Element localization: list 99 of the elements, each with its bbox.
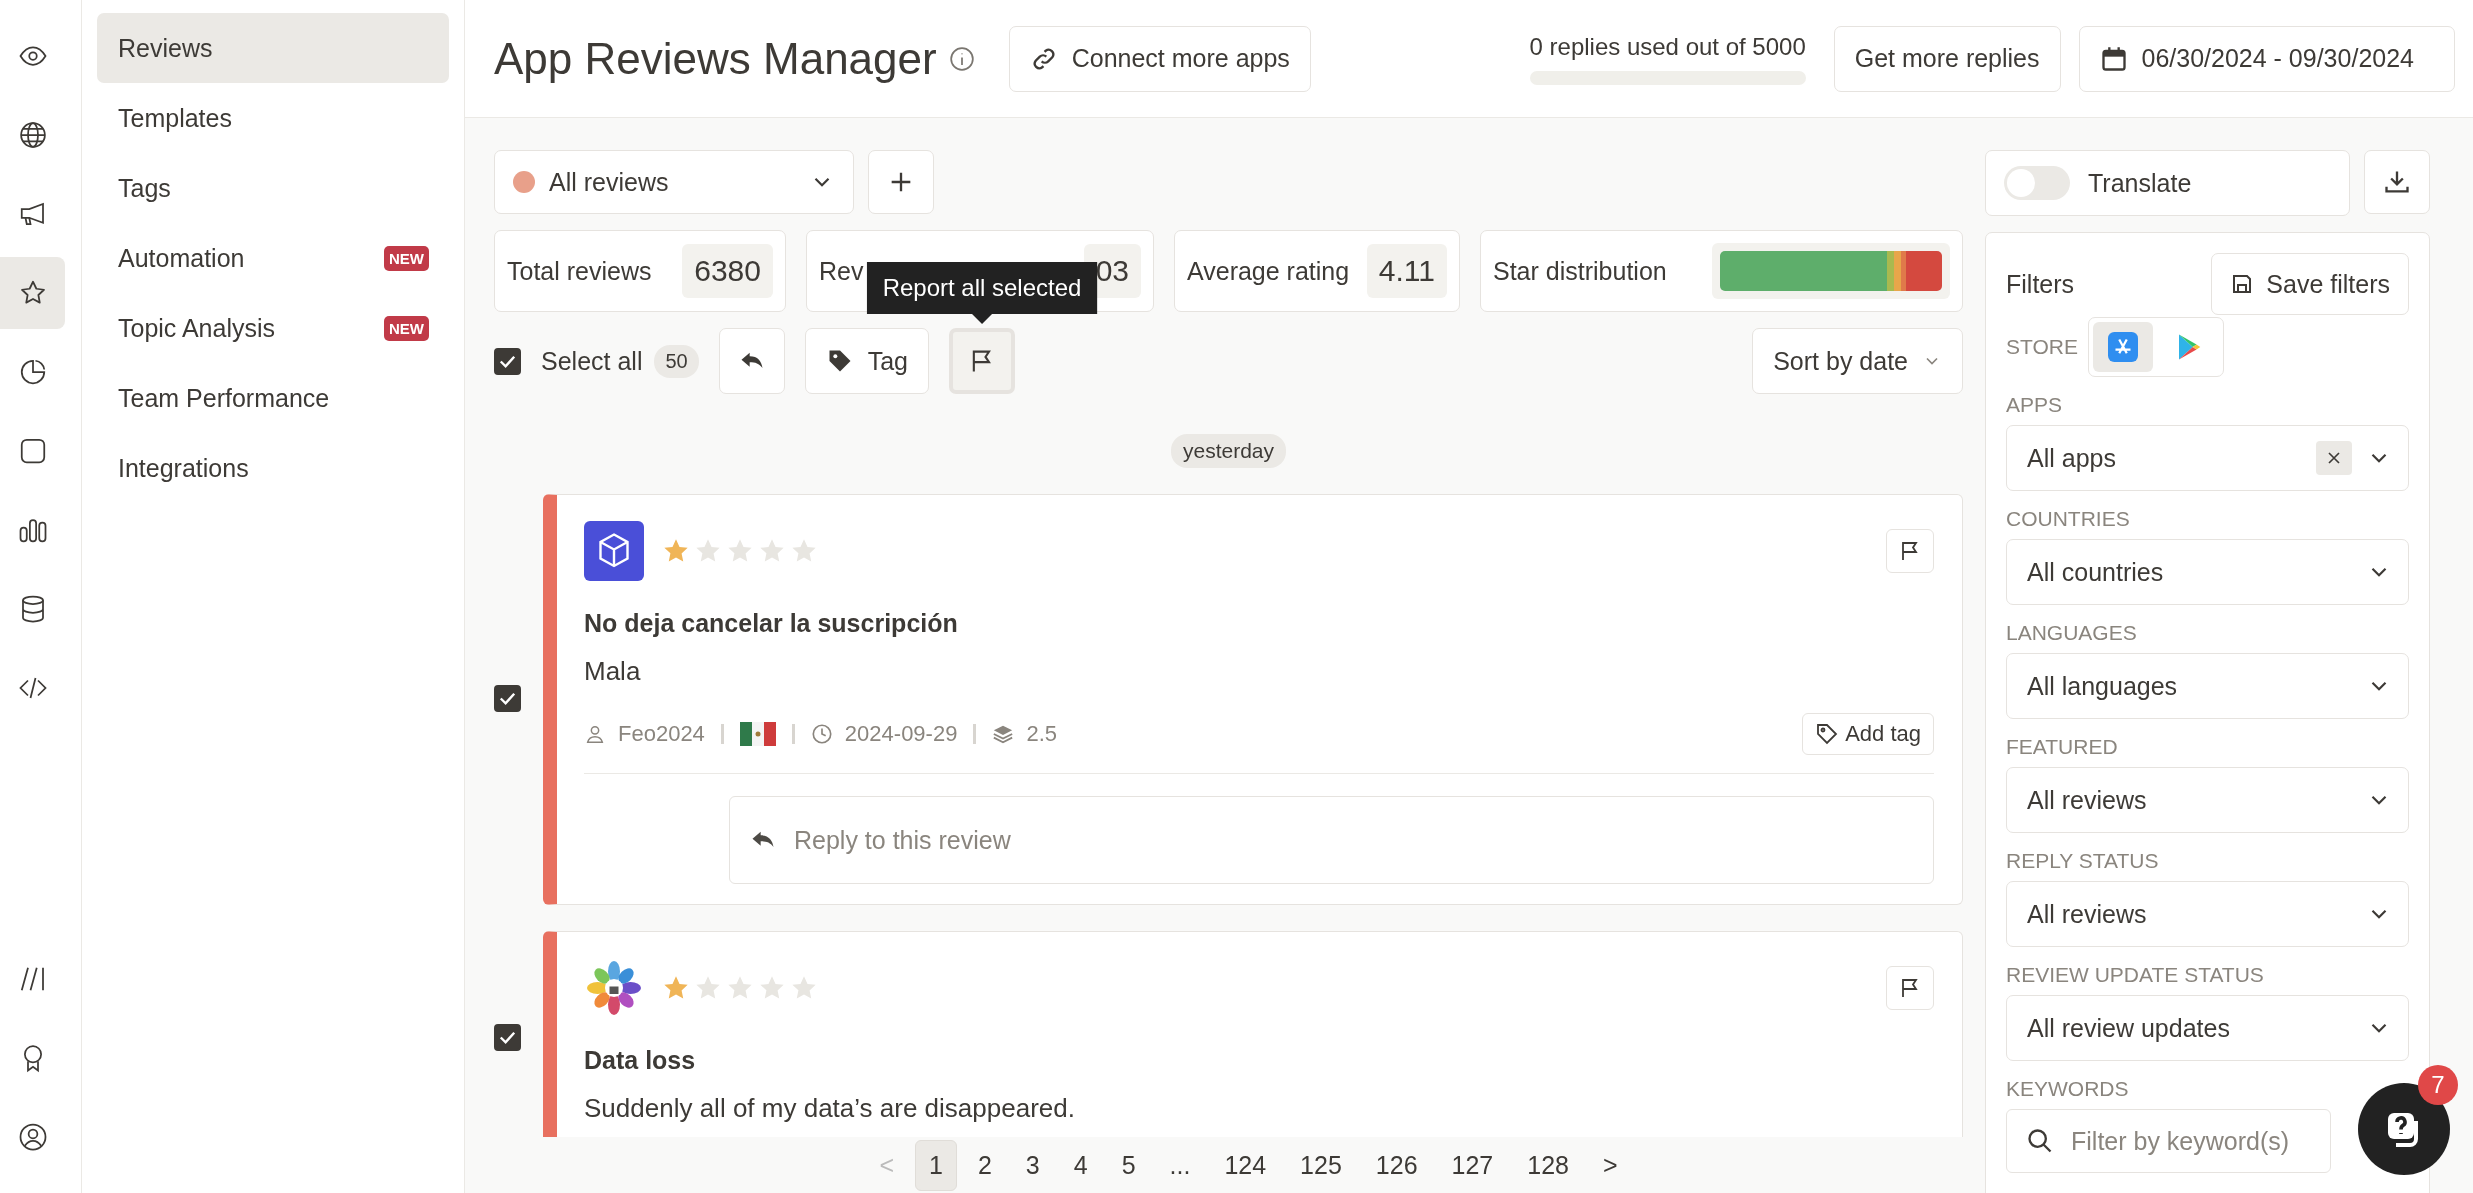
- nav-item[interactable]: Templates: [97, 83, 449, 153]
- mexico-flag-icon: [739, 722, 776, 746]
- filter-label: KEYWORDS: [2006, 1077, 2130, 1101]
- store-label: STORE: [2006, 335, 2078, 359]
- select-all-checkbox[interactable]: [494, 347, 521, 375]
- reply-all-button[interactable]: [718, 328, 785, 394]
- filter-label: APPS: [2006, 393, 2064, 417]
- nav-label: Integrations: [118, 453, 249, 483]
- filter-label: REVIEW UPDATE STATUS: [2006, 963, 2265, 987]
- stat-label: Total reviews: [507, 256, 652, 286]
- filter-label: REPLY STATUS: [2006, 849, 2160, 873]
- report-button[interactable]: [1886, 529, 1934, 573]
- app-store-icon: [2107, 332, 2138, 362]
- page-button[interactable]: ...: [1156, 1140, 1204, 1190]
- nav-item[interactable]: Automation NEW: [97, 223, 449, 293]
- app-icon: [584, 521, 644, 581]
- date-range-button[interactable]: 06/30/2024 - 09/30/2024: [2078, 25, 2455, 92]
- keyword-search-field[interactable]: Filter by keyword(s): [2006, 1109, 2331, 1173]
- save-filters-button[interactable]: Save filters: [2211, 253, 2409, 315]
- selected-count: 50: [654, 344, 699, 378]
- filter-dropdown[interactable]: All apps: [2006, 425, 2409, 491]
- user-icon: [17, 1122, 48, 1152]
- nav-label: Reviews: [118, 33, 213, 63]
- review-date: 2024-09-29: [844, 721, 958, 747]
- download-button[interactable]: [2364, 150, 2430, 214]
- nav-label: Team Performance: [118, 383, 330, 413]
- filters-title: Filters: [2006, 269, 2075, 299]
- info-icon[interactable]: [948, 45, 975, 72]
- layers-icon: [992, 723, 1015, 745]
- tag-icon: [1815, 722, 1840, 746]
- app-version: 2.5: [1026, 721, 1057, 747]
- page-title: App Reviews Manager: [494, 33, 937, 84]
- user-icon: [584, 723, 606, 745]
- calendar-icon: [2099, 44, 2128, 73]
- translate-label: Translate: [2088, 168, 2192, 198]
- store-toggle[interactable]: [2092, 322, 2153, 372]
- sort-dropdown[interactable]: Sort by date: [1752, 328, 1963, 394]
- page-button[interactable]: 4: [1060, 1140, 1101, 1190]
- filter-label: FEATURED: [2006, 735, 2119, 759]
- page-button[interactable]: 127: [1438, 1140, 1507, 1190]
- stat-label: Rev: [819, 256, 864, 286]
- nav-label: Topic Analysis: [118, 313, 276, 343]
- get-more-replies-button[interactable]: Get more replies: [1833, 25, 2061, 92]
- review-title: Data loss: [584, 1046, 697, 1075]
- translate-toggle[interactable]: [2004, 166, 2070, 200]
- nav-label: Tags: [118, 173, 171, 203]
- review-text: Mala: [584, 656, 642, 687]
- stat-label: Star distribution: [1493, 256, 1667, 286]
- report-button[interactable]: [949, 328, 1015, 394]
- replies-usage-text: 0 replies used out of 5000: [1529, 32, 1806, 61]
- new-badge: NEW: [384, 245, 429, 271]
- select-all-label: Select all: [541, 346, 643, 376]
- add-tag-button[interactable]: Add tag: [1802, 713, 1934, 755]
- next-page-button[interactable]: >: [1590, 1140, 1631, 1190]
- clock-icon: [810, 723, 833, 745]
- review-checkbox[interactable]: [494, 1023, 521, 1051]
- filter-label: LANGUAGES: [2006, 621, 2138, 645]
- nav-item[interactable]: Team Performance: [97, 363, 449, 433]
- page-button[interactable]: 124: [1211, 1140, 1280, 1190]
- page-button[interactable]: 2: [964, 1140, 1005, 1190]
- filter-dropdown[interactable]: All reviews: [2006, 881, 2409, 947]
- page-button[interactable]: 126: [1362, 1140, 1431, 1190]
- filter-label: COUNTRIES: [2006, 507, 2131, 531]
- tag-button[interactable]: Tag: [804, 328, 929, 394]
- page-button[interactable]: 3: [1012, 1140, 1053, 1190]
- page-button[interactable]: 125: [1287, 1140, 1355, 1190]
- report-button[interactable]: [1886, 966, 1934, 1010]
- connect-apps-button[interactable]: Connect more apps: [1008, 25, 1311, 92]
- page-button[interactable]: 5: [1108, 1140, 1149, 1190]
- new-badge: NEW: [384, 315, 429, 341]
- date-divider-chip: yesterday: [1170, 434, 1286, 468]
- review-checkbox[interactable]: [494, 685, 521, 712]
- nav-label: Automation: [118, 243, 245, 273]
- clear-button[interactable]: [2316, 441, 2352, 475]
- rail-item[interactable]: [0, 257, 65, 329]
- globe-icon: [17, 120, 48, 150]
- notification-badge: 7: [2418, 1065, 2458, 1105]
- page-button[interactable]: 128: [1514, 1140, 1582, 1190]
- nav-label: Templates: [118, 103, 232, 133]
- search-icon: [2026, 1127, 2054, 1155]
- reply-field[interactable]: Reply to this review: [729, 796, 1934, 884]
- filter-dropdown[interactable]: All languages: [2006, 653, 2409, 719]
- tooltip: Report all selected: [866, 262, 1098, 324]
- review-title: No deja cancelar la suscripción: [584, 609, 959, 638]
- nav-item[interactable]: Topic Analysis NEW: [97, 293, 449, 363]
- review-author: Feo2024: [618, 721, 705, 747]
- stat-value: 6380: [682, 244, 773, 298]
- stat-label: Average rating: [1187, 256, 1350, 286]
- review-text: Suddenly all of my data’s are disappeared.: [584, 1093, 1076, 1124]
- app-icon: [584, 958, 644, 1018]
- stat-value: 4.11: [1366, 244, 1447, 298]
- filter-dropdown[interactable]: All reviews: [2006, 767, 2409, 833]
- view-dropdown[interactable]: All reviews: [494, 150, 854, 214]
- filter-dropdown[interactable]: All review updates: [2006, 995, 2409, 1061]
- nav-item[interactable]: Tags: [97, 153, 449, 223]
- filter-dropdown[interactable]: All countries: [2006, 539, 2409, 605]
- nav-item[interactable]: Integrations: [97, 433, 449, 503]
- page-button[interactable]: 1: [915, 1139, 957, 1191]
- nav-item[interactable]: Reviews: [97, 13, 449, 83]
